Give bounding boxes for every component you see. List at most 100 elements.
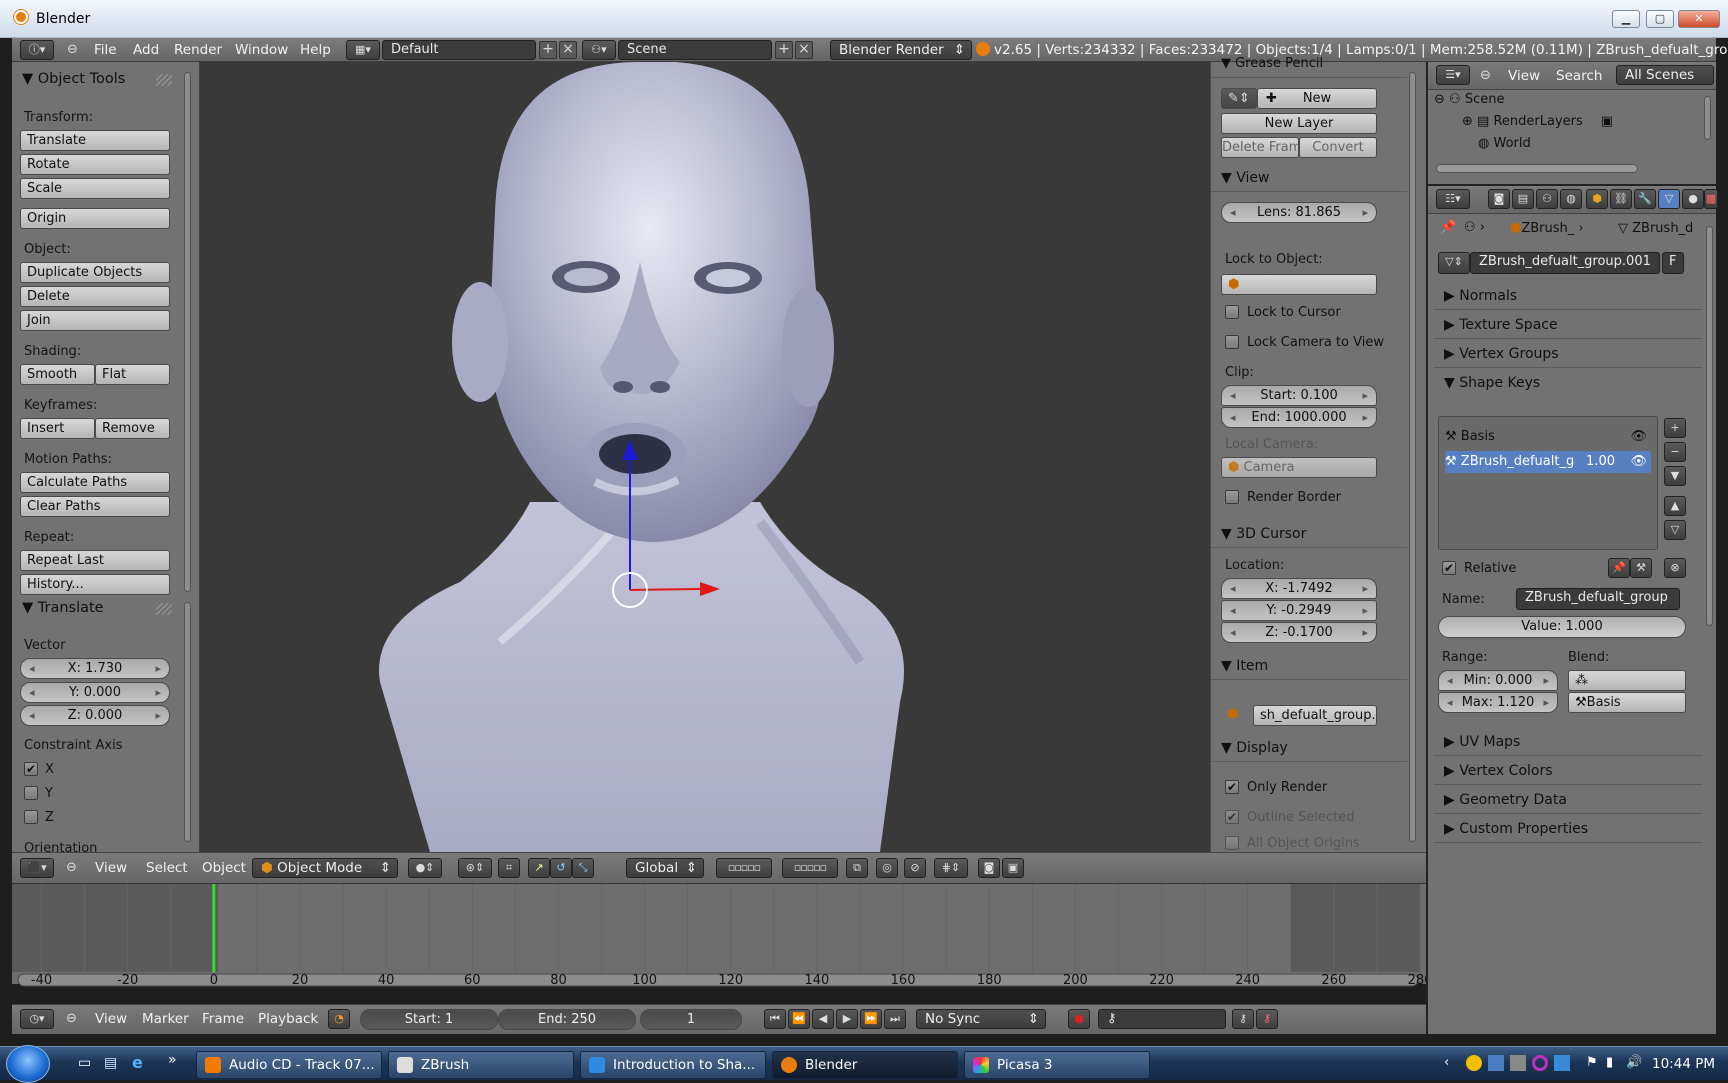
preview-range-icon[interactable]: ◔ xyxy=(328,1009,350,1029)
delete-scene-button[interactable]: × xyxy=(795,41,813,59)
rotate-manipulator-icon[interactable]: ↺ xyxy=(550,858,572,878)
only-render-checkbox[interactable]: ✔ xyxy=(1225,780,1239,794)
minimize-button[interactable]: ▁ xyxy=(1612,10,1640,28)
scene-tab-icon[interactable]: ⚇ xyxy=(1536,189,1558,209)
clip-end-field[interactable]: End: 1000.000 xyxy=(1221,407,1377,428)
clip-start-field[interactable]: Start: 0.100 xyxy=(1221,385,1377,406)
menu-help[interactable]: Help xyxy=(300,42,331,58)
taskbar-item-picasa[interactable]: Picasa 3 xyxy=(964,1051,1150,1079)
custom-properties-panel[interactable]: ▶ Custom Properties xyxy=(1434,817,1702,843)
insert-keyframe-button[interactable]: Insert xyxy=(20,418,95,439)
screen-layout-field[interactable]: Default xyxy=(382,40,536,60)
delete-keyframe-icon[interactable]: ⚷ xyxy=(1256,1009,1278,1029)
mesh-browse-icon[interactable]: ▽⇕ xyxy=(1438,252,1470,274)
panel-grip-icon[interactable] xyxy=(156,603,172,615)
menu-playback[interactable]: Playback xyxy=(258,1011,318,1027)
timeline-ruler[interactable]: -40 -20 0 20 40 60 80 100 120 140 160 180 200 220 240 2… xyxy=(12,884,1432,1004)
lock-to-cursor-checkbox[interactable] xyxy=(1225,305,1239,319)
origin-button[interactable]: Origin xyxy=(20,208,170,229)
translate-scrollbar[interactable] xyxy=(184,602,191,842)
lens-field[interactable]: Lens: 81.865 xyxy=(1221,202,1377,223)
all-origins-checkbox[interactable] xyxy=(1225,836,1239,850)
editor-type-info-icon[interactable]: ⓘ▾ xyxy=(20,40,54,60)
outliner-menu-view[interactable]: View xyxy=(1508,68,1540,84)
shape-key-edit-icon[interactable]: ⚒ xyxy=(1630,558,1652,578)
toolshelf-scrollbar[interactable] xyxy=(184,72,191,592)
taskbar-item-zbrush[interactable]: ZBrush xyxy=(388,1051,574,1079)
outliner-hscrollbar[interactable] xyxy=(1436,164,1638,173)
vector-z-field[interactable]: Z: 0.000 xyxy=(20,705,170,726)
current-frame-field[interactable]: 1 xyxy=(640,1009,742,1030)
timeline-editor[interactable]: -40 -20 0 20 40 60 80 100 120 140 160 180 200 220 240 2… xyxy=(12,884,1432,988)
mesh-data-tab-icon[interactable]: ▽ xyxy=(1658,189,1680,209)
remove-keyframe-button[interactable]: Remove xyxy=(95,418,170,439)
remove-shape-key-button[interactable]: − xyxy=(1664,442,1686,462)
delete-layout-button[interactable]: × xyxy=(559,41,577,59)
quicklaunch-more-icon[interactable]: » xyxy=(168,1052,177,1068)
menu-marker[interactable]: Marker xyxy=(142,1011,189,1027)
flat-button[interactable]: Flat xyxy=(95,364,170,385)
object-tab-icon[interactable]: ⬢ xyxy=(1586,189,1608,209)
local-camera-field[interactable]: ⬢ Camera xyxy=(1221,457,1377,478)
menu-view[interactable]: View xyxy=(95,1011,127,1027)
translate-panel-header[interactable]: ▼ Translate xyxy=(22,600,104,616)
outliner-scene-row[interactable]: ⊖ ⚇ Scene xyxy=(1434,92,1504,107)
join-button[interactable]: Join xyxy=(20,310,170,331)
mesh-crumb[interactable]: ▽ ZBrush_d xyxy=(1618,221,1693,236)
3d-cursor-header[interactable]: ▼ 3D Cursor xyxy=(1211,522,1407,548)
texture-tab-icon[interactable]: ▩ xyxy=(1704,189,1718,209)
uv-maps-panel[interactable]: ▶ UV Maps xyxy=(1434,730,1702,756)
range-max-field[interactable]: Max: 1.120 xyxy=(1438,692,1558,713)
play-reverse-icon[interactable]: ◀ xyxy=(812,1009,834,1029)
eye-icon[interactable]: 👁 xyxy=(1630,451,1647,473)
world-tab-icon[interactable]: ◍ xyxy=(1560,189,1582,209)
tray-signal-icon[interactable]: ▮ xyxy=(1606,1055,1613,1070)
texture-space-panel[interactable]: ▶ Texture Space xyxy=(1434,313,1702,339)
mode-select[interactable]: ⬢ Object Mode ⇕ xyxy=(252,858,398,878)
new-grease-pencil-button[interactable]: ✚ New xyxy=(1257,88,1377,109)
outline-selected-checkbox[interactable]: ✔ xyxy=(1225,810,1239,824)
menu-view[interactable]: View xyxy=(95,860,127,876)
keying-set-field[interactable]: ⚷ xyxy=(1098,1009,1226,1029)
layers-grid-1[interactable]: ▫▫▫▫▫ xyxy=(716,858,772,878)
smooth-button[interactable]: Smooth xyxy=(20,364,95,385)
sync-select[interactable]: No Sync ⇕ xyxy=(916,1009,1046,1029)
outliner-vscrollbar[interactable] xyxy=(1704,96,1711,140)
outliner-menu-search[interactable]: Search xyxy=(1556,68,1602,84)
prev-keyframe-icon[interactable]: ⏪ xyxy=(788,1009,810,1029)
material-tab-icon[interactable]: ● xyxy=(1682,189,1704,209)
show-desktop-icon[interactable]: ▭ xyxy=(78,1055,91,1071)
convert-button[interactable]: Convert xyxy=(1299,137,1377,158)
gizmo-x-axis[interactable] xyxy=(629,588,701,591)
cursor-y-field[interactable]: Y: -0.2949 xyxy=(1221,600,1377,621)
axis-y-checkbox[interactable] xyxy=(24,786,38,800)
item-name-field[interactable]: sh_defualt_group.001 xyxy=(1253,705,1377,726)
cursor-z-field[interactable]: Z: -0.1700 xyxy=(1221,622,1377,643)
tray-display-icon[interactable] xyxy=(1510,1055,1526,1071)
collapse-menu-icon[interactable]: ⊖ xyxy=(67,42,78,57)
3d-viewport[interactable] xyxy=(200,62,1210,852)
outliner-renderlayers-row[interactable]: ⊕ ▤ RenderLayers ▣ xyxy=(1462,114,1613,129)
menu-window[interactable]: Window xyxy=(235,42,288,58)
blend-vertex-group-field[interactable]: ⁂ xyxy=(1568,670,1686,691)
scene-icon[interactable]: ⚇▾ xyxy=(582,40,616,60)
render-animation-icon[interactable]: ▣ xyxy=(1002,858,1024,878)
layers-tab-icon[interactable]: ▤ xyxy=(1512,189,1534,209)
next-keyframe-icon[interactable]: ⏩ xyxy=(860,1009,882,1029)
jump-start-icon[interactable]: ⏮ xyxy=(764,1009,786,1029)
blend-relative-key-field[interactable]: ⚒Basis xyxy=(1568,692,1686,713)
collapse-menu-icon[interactable]: ⊖ xyxy=(66,1011,77,1026)
menu-select[interactable]: Select xyxy=(146,860,188,876)
lock-camera-checkbox[interactable] xyxy=(1225,335,1239,349)
move-shape-key-up-icon[interactable]: ▲ xyxy=(1664,496,1686,516)
cursor-x-field[interactable]: X: -1.7492 xyxy=(1221,578,1377,599)
vector-y-field[interactable]: Y: 0.000 xyxy=(20,682,170,703)
fake-user-button[interactable]: F xyxy=(1662,252,1684,274)
clear-shape-key-icon[interactable]: ⊗ xyxy=(1664,558,1686,578)
properties-scrollbar[interactable] xyxy=(1409,72,1416,842)
modifiers-tab-icon[interactable]: 🔧 xyxy=(1634,189,1656,209)
shape-keys-list[interactable]: ⚒ Basis 👁 ⚒ ZBrush_defualt_g 1.00 👁 xyxy=(1438,416,1658,550)
mesh-name-field[interactable]: ZBrush_defualt_group.001 xyxy=(1470,252,1660,274)
lock-layers-icon[interactable]: ⧉ xyxy=(846,858,868,878)
taskbar-item-ie[interactable]: Introduction to Sha... xyxy=(580,1051,766,1079)
